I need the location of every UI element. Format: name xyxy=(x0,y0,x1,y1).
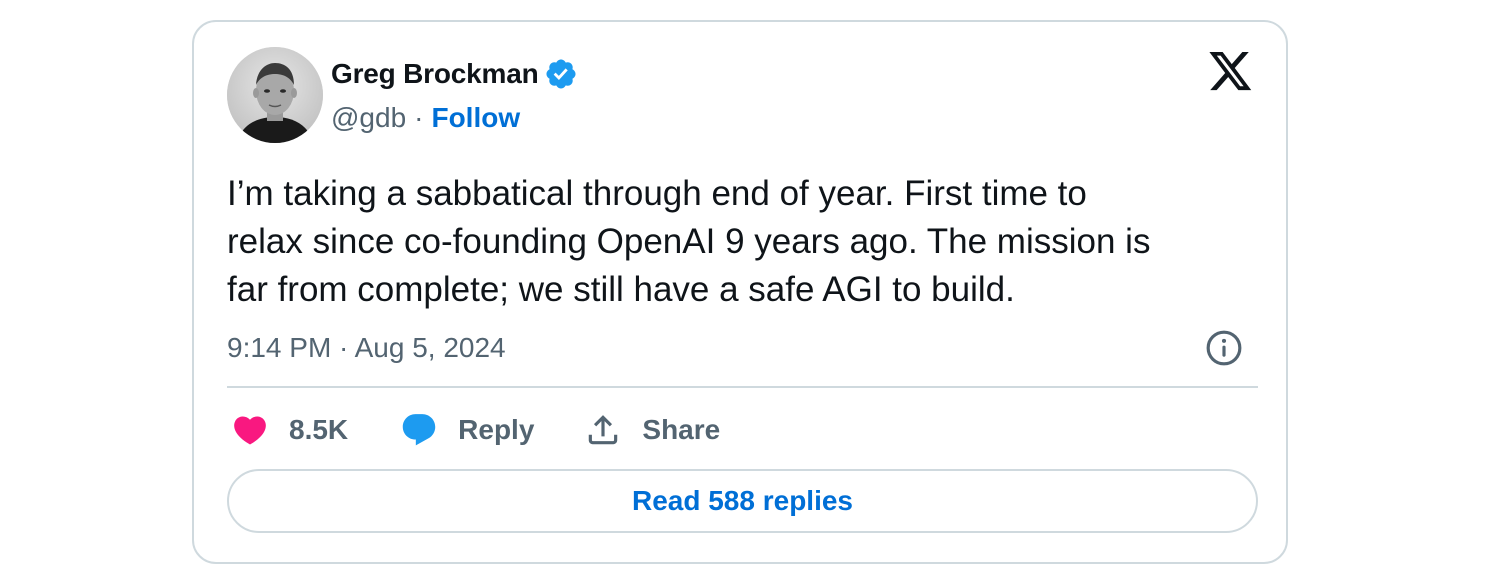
info-icon[interactable] xyxy=(1205,329,1243,367)
speech-bubble-icon xyxy=(402,414,436,446)
author-handle-row: @gdb · Follow xyxy=(331,100,520,136)
share-label: Share xyxy=(642,414,721,445)
avatar-photo xyxy=(227,47,323,143)
tweet-text: I’m taking a sabbatical through end of y… xyxy=(227,174,1151,309)
action-bar: 8.5K Reply Share xyxy=(231,408,720,452)
share-button[interactable]: Share xyxy=(584,411,720,449)
follow-button[interactable]: Follow xyxy=(431,102,520,134)
author-name-row: Greg Brockman xyxy=(331,56,578,92)
tweet-card: Greg Brockman @gdb · Follow I’m taking a… xyxy=(192,20,1288,564)
avatar[interactable] xyxy=(227,47,323,143)
share-upload-icon xyxy=(589,415,618,445)
verified-badge-icon xyxy=(546,59,576,89)
x-logo-icon[interactable] xyxy=(1209,52,1253,92)
reply-button[interactable]: Reply xyxy=(400,411,534,449)
author-name[interactable]: Greg Brockman xyxy=(331,58,539,90)
tweet-timestamp[interactable]: 9:14 PM · Aug 5, 2024 xyxy=(227,328,506,368)
divider xyxy=(227,386,1258,388)
reply-label: Reply xyxy=(458,414,535,445)
heart-icon xyxy=(234,416,266,445)
like-count: 8.5K xyxy=(289,414,349,445)
author-handle[interactable]: @gdb xyxy=(331,102,406,134)
like-button[interactable]: 8.5K xyxy=(231,411,348,449)
read-replies-button[interactable]: Read 588 replies xyxy=(227,469,1258,533)
handle-separator: · xyxy=(414,102,424,133)
